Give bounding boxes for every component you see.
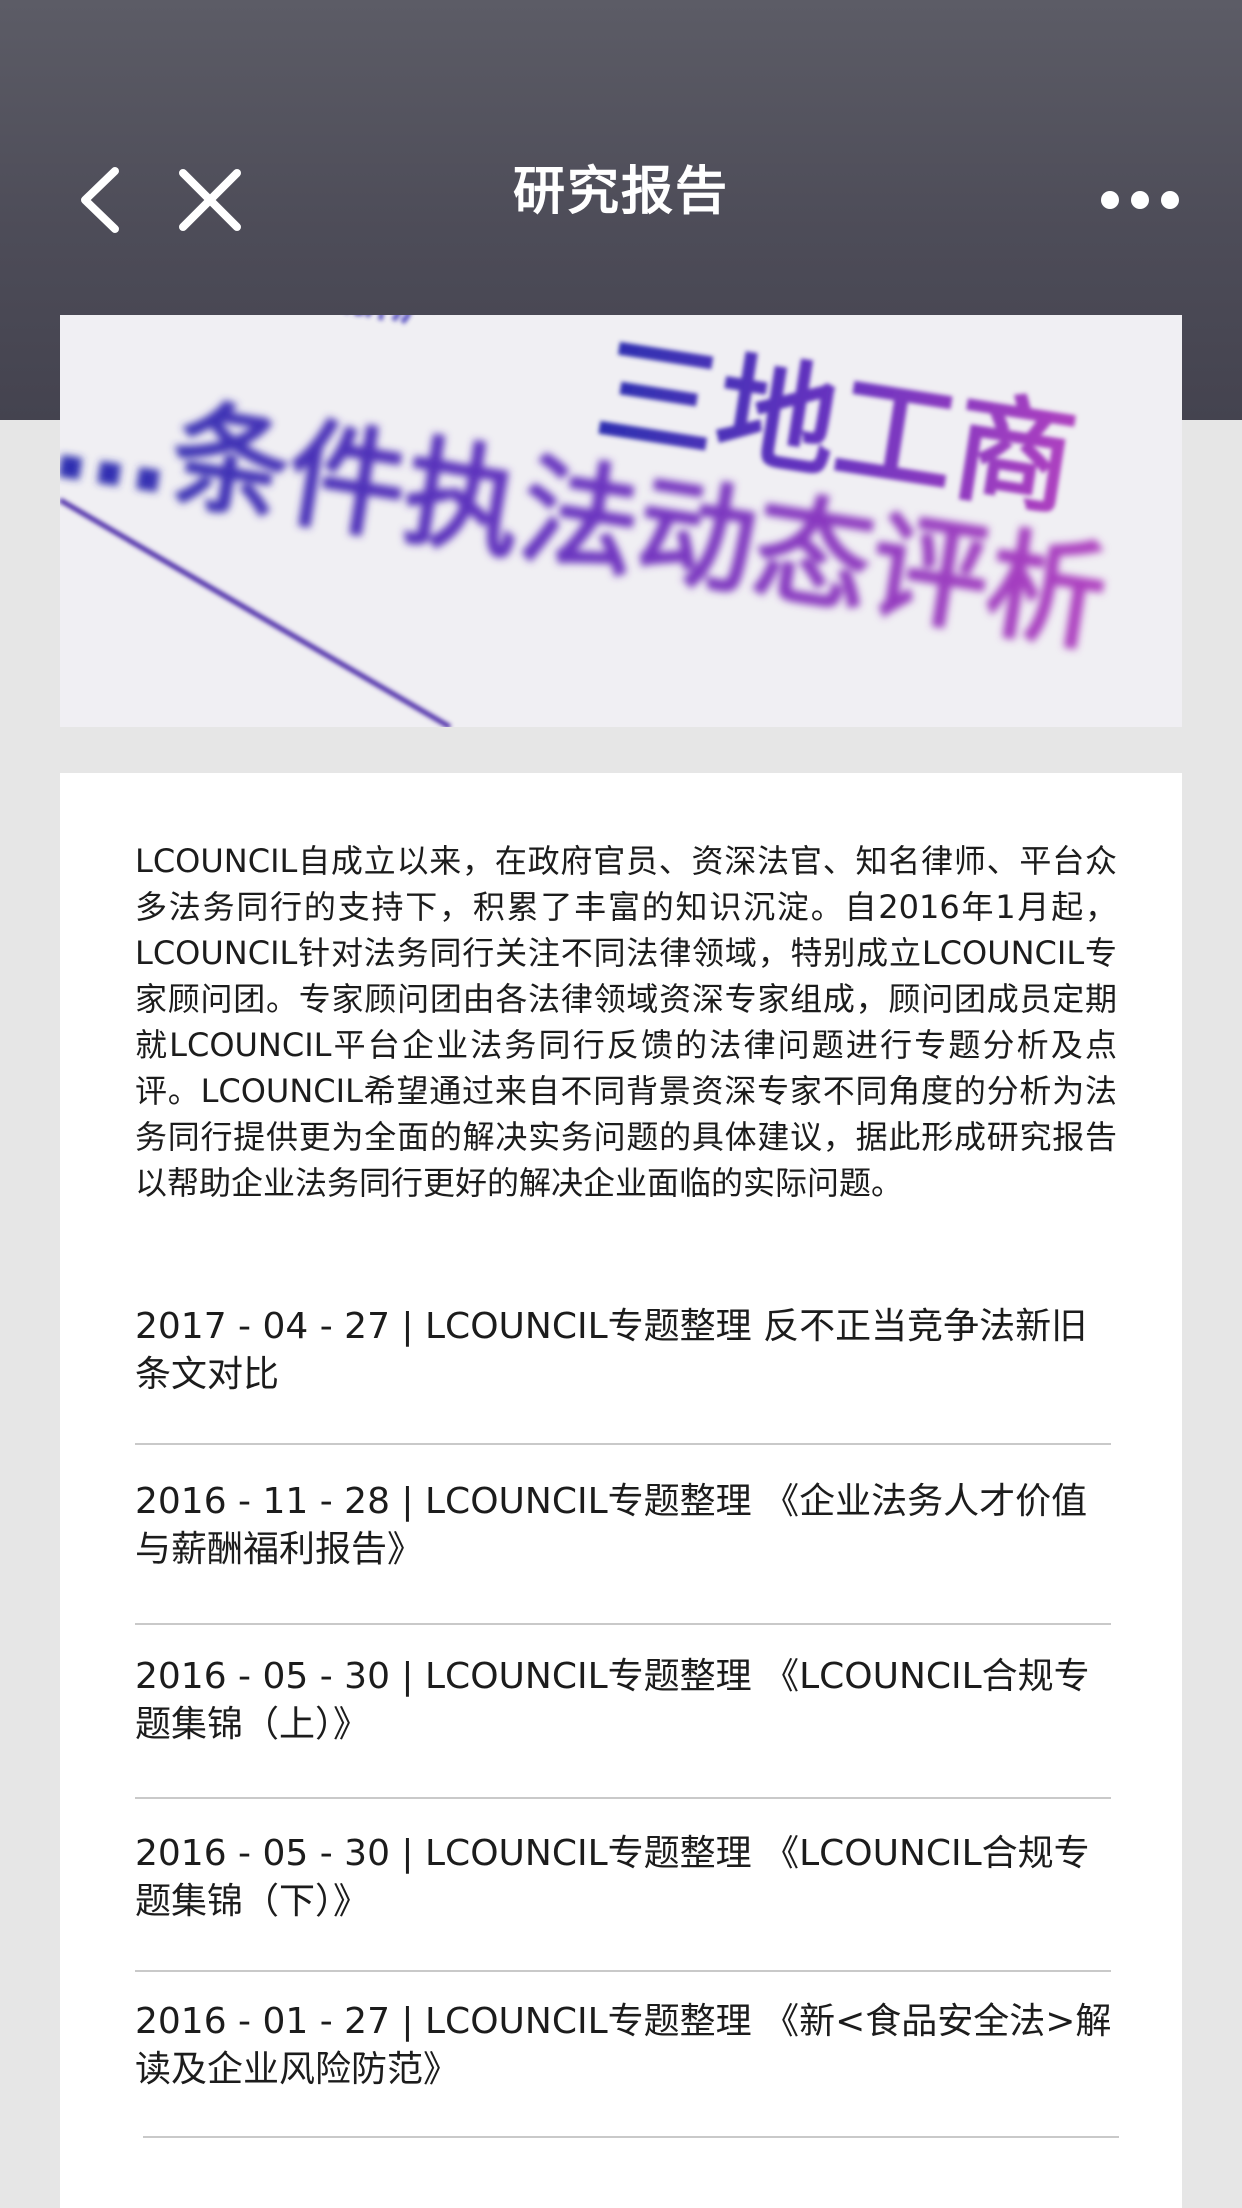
more-button[interactable] <box>1090 140 1190 260</box>
report-item[interactable]: 2016 - 05 - 30 | LCOUNCIL专题整理 《LCOUNCIL合… <box>135 1653 1117 1749</box>
report-title[interactable]: 2016 - 05 - 30 | LCOUNCIL专题整理 《LCOUNCIL合… <box>135 1830 1117 1926</box>
list-divider <box>135 1797 1111 1799</box>
content-card: LCOUNCIL自成立以来，在政府官员、资深法官、知名律师、平台众多法务同行的支… <box>60 773 1182 2208</box>
back-button[interactable] <box>55 140 145 260</box>
report-item[interactable]: 2016 - 11 - 28 | LCOUNCIL专题整理 《企业法务人才价值与… <box>135 1478 1117 1574</box>
intro-paragraph: LCOUNCIL自成立以来，在政府官员、资深法官、知名律师、平台众多法务同行的支… <box>135 842 1117 1202</box>
report-item[interactable]: 2016 - 01 - 27 | LCOUNCIL专题整理 《新<食品安全法>解… <box>135 1998 1117 2094</box>
list-divider <box>135 1623 1111 1625</box>
report-title[interactable]: 2016 - 11 - 28 | LCOUNCIL专题整理 《企业法务人才价值与… <box>135 1478 1117 1574</box>
navigation-bar: 研究报告 <box>0 140 1242 260</box>
page-title: 研究报告 <box>512 162 729 222</box>
list-divider <box>135 1443 1111 1445</box>
chevron-left-icon <box>81 167 119 233</box>
banner-photo: "江浙沪" 三地工商 …条件执法动态评析 <box>60 315 1182 727</box>
list-divider <box>135 1970 1111 1972</box>
report-title[interactable]: 2017 - 04 - 27 | LCOUNCIL专题整理 反不正当竞争法新旧条… <box>135 1303 1117 1399</box>
list-divider <box>143 2136 1119 2138</box>
banner-image: "江浙沪" 三地工商 …条件执法动态评析 <box>60 315 1182 727</box>
report-item[interactable]: 2017 - 04 - 27 | LCOUNCIL专题整理 反不正当竞争法新旧条… <box>135 1303 1117 1399</box>
report-item[interactable]: 2016 - 05 - 30 | LCOUNCIL专题整理 《LCOUNCIL合… <box>135 1830 1117 1926</box>
report-title[interactable]: 2016 - 05 - 30 | LCOUNCIL专题整理 《LCOUNCIL合… <box>135 1653 1117 1749</box>
report-title[interactable]: 2016 - 01 - 27 | LCOUNCIL专题整理 《新<食品安全法>解… <box>135 1998 1117 2094</box>
close-button[interactable] <box>165 140 255 260</box>
more-dots-icon <box>1101 191 1179 209</box>
close-icon <box>179 169 241 231</box>
